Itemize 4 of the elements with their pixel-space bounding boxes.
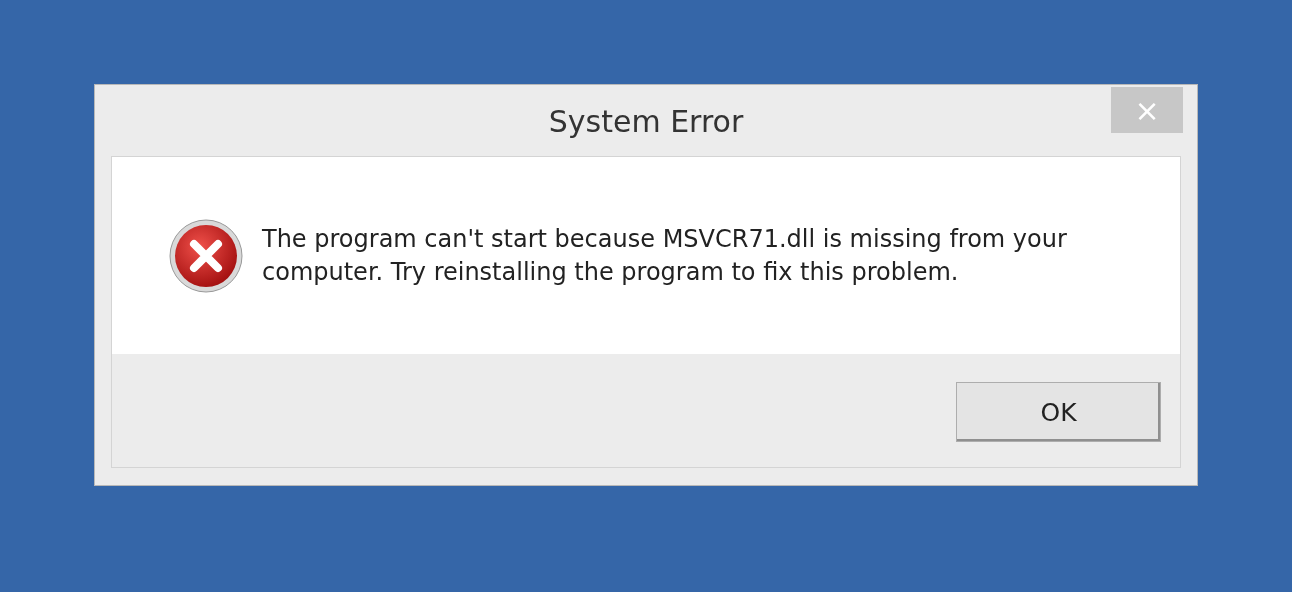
window-title: System Error [548, 103, 744, 139]
ok-button[interactable]: OK [956, 382, 1161, 442]
error-message: The program can't start because MSVCR71.dll is missing from your computer. Try reinstalling the program to fix this problem. [262, 223, 1068, 288]
error-icon [168, 217, 244, 294]
